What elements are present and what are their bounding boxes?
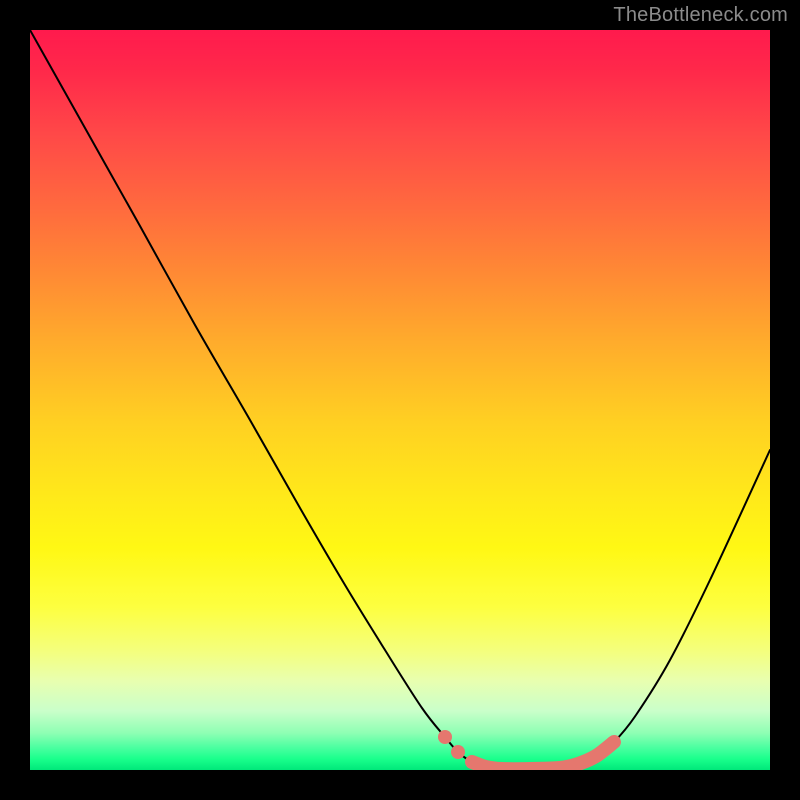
- plot-area: [30, 30, 770, 770]
- curve-layer: [30, 30, 770, 770]
- highlight-dot: [451, 745, 465, 759]
- highlight-overlay: [472, 742, 614, 769]
- highlight-dot: [438, 730, 452, 744]
- bottleneck-curve: [30, 30, 770, 769]
- watermark-text: TheBottleneck.com: [613, 4, 788, 27]
- chart-frame: TheBottleneck.com: [0, 0, 800, 800]
